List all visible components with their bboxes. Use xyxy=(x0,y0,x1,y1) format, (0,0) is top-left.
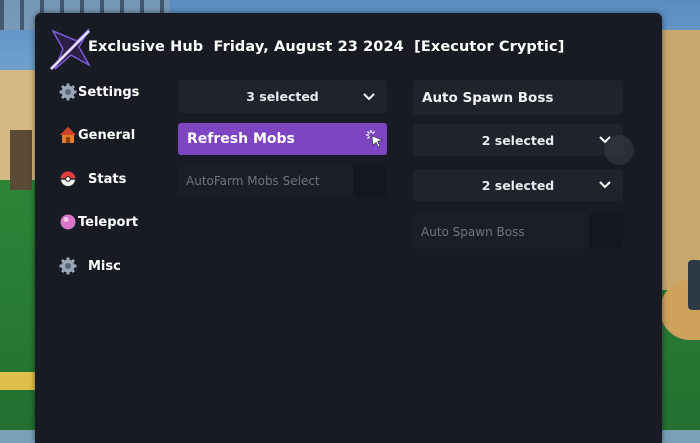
click-cursor-icon xyxy=(366,130,383,148)
section-title: Auto Spawn Boss xyxy=(422,89,554,106)
input-slot xyxy=(353,165,387,197)
chevron-down-icon xyxy=(599,181,611,189)
sidebar-item-misc[interactable]: Misc xyxy=(59,254,121,278)
dropdown-value: 2 selected xyxy=(481,177,555,193)
hub-window: Exclusive Hub Friday, August 23 2024 [Ex… xyxy=(35,13,662,443)
auto-spawn-boss-input[interactable]: Auto Spawn Boss xyxy=(413,214,623,249)
auto-spawn-boss-title: Auto Spawn Boss xyxy=(413,80,623,115)
dropdown-value: 2 selected xyxy=(481,132,555,148)
refresh-mobs-button[interactable]: Refresh Mobs xyxy=(178,123,387,155)
window-title: Exclusive Hub Friday, August 23 2024 [Ex… xyxy=(88,39,565,55)
window-header[interactable]: Exclusive Hub Friday, August 23 2024 [Ex… xyxy=(35,13,662,83)
sidebar-item-label: General xyxy=(78,127,136,143)
mobs-select-dropdown[interactable]: 3 selected xyxy=(178,80,387,113)
sidebar-item-teleport[interactable]: Teleport xyxy=(59,210,138,234)
sidebar-item-stats[interactable]: Stats xyxy=(59,167,126,191)
chevron-down-icon xyxy=(363,92,375,100)
gear-icon xyxy=(59,83,77,101)
house-icon xyxy=(60,127,76,143)
refresh-mobs-label: Refresh Mobs xyxy=(187,131,295,147)
star-slash-logo-icon xyxy=(49,28,91,71)
pink-orb-icon xyxy=(60,214,76,230)
input-placeholder: AutoFarm Mobs Select xyxy=(186,174,320,188)
game-character xyxy=(688,260,700,310)
sidebar-item-label: Settings xyxy=(78,84,140,100)
game-post xyxy=(10,130,32,190)
sidebar-item-settings[interactable]: Settings xyxy=(59,80,139,104)
sidebar-item-label: Teleport xyxy=(78,214,139,230)
autofarm-mobs-select-input[interactable]: AutoFarm Mobs Select xyxy=(178,165,387,197)
dropdown-value: 3 selected xyxy=(246,89,319,104)
boss-select-dropdown-2[interactable]: 2 selected xyxy=(413,169,623,201)
sidebar-item-general[interactable]: General xyxy=(59,123,135,147)
sidebar-item-label: Stats xyxy=(88,171,127,187)
game-stripe xyxy=(0,372,36,390)
input-placeholder: Auto Spawn Boss xyxy=(421,224,525,239)
input-slot xyxy=(589,214,623,249)
hover-indicator xyxy=(604,135,634,165)
pokeball-icon xyxy=(60,171,76,187)
gear-icon xyxy=(59,257,77,275)
boss-select-dropdown-1[interactable]: 2 selected xyxy=(413,124,623,156)
sidebar-item-label: Misc xyxy=(88,258,121,274)
